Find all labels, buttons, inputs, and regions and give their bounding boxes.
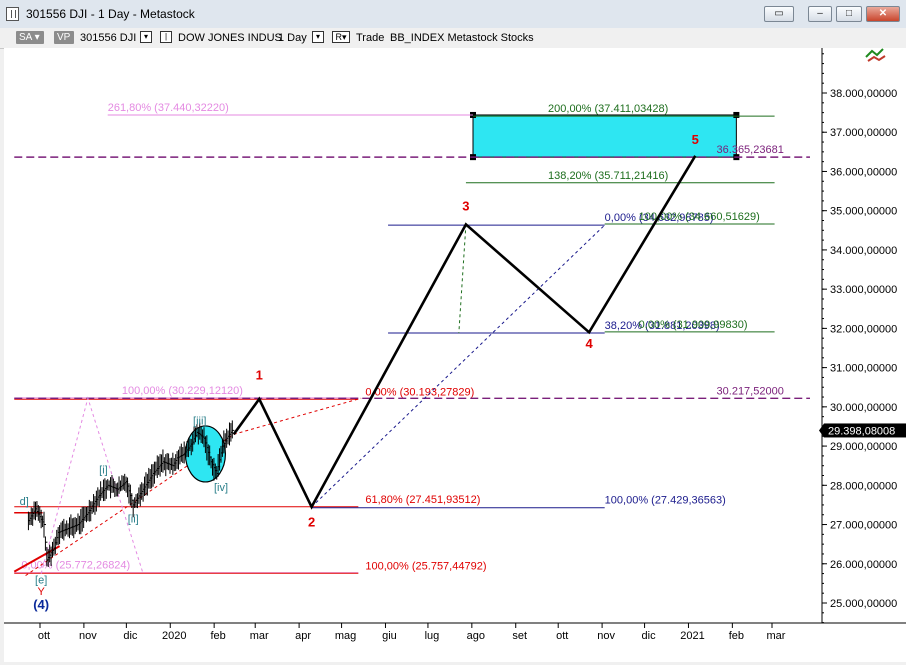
x-tick-label: ago <box>467 630 485 642</box>
fib-level-label: 200,00% (37.411,03428) <box>548 103 668 115</box>
y-tick-label: 38.000,00000 <box>830 88 897 100</box>
sa-label: SA <box>19 32 32 43</box>
security-name: DOW JONES INDUS <box>178 32 282 44</box>
y-tick-label: 29.000,00000 <box>830 441 897 453</box>
y-tick-label: 36.000,00000 <box>830 166 897 178</box>
maximize-button[interactable]: □ <box>836 6 862 22</box>
wave-label: d] <box>20 496 29 508</box>
wave-label: 5 <box>692 132 699 147</box>
y-tick-label: 25.000,00000 <box>830 598 897 610</box>
fib-level-label: 138,20% (35.711,21416) <box>548 170 668 182</box>
trade-button[interactable]: Trade <box>356 32 384 44</box>
price-chart[interactable]: 261,80% (37.440,32220) 200,00% (37.411,03… <box>4 48 906 662</box>
wave-label: [i] <box>99 465 108 477</box>
fib-level-label: 0,00% (25.772,26824) <box>21 560 130 572</box>
vp-button[interactable]: VP <box>54 31 74 44</box>
fib-level-label: 261,80% (37.440,32220) <box>108 102 229 114</box>
x-tick-label: 2020 <box>162 630 186 642</box>
x-tick-label: apr <box>295 630 311 642</box>
restore-down-button[interactable]: ▭ <box>764 6 794 22</box>
app-icon <box>6 7 19 21</box>
trend-channel-line <box>233 397 362 435</box>
y-tick-label: 28.000,00000 <box>830 480 897 492</box>
fib-level-label: 0,00% (30.193,27829) <box>365 386 474 398</box>
wave-label: [iv] <box>214 482 228 494</box>
wave-label: 2 <box>308 515 315 530</box>
x-tick-label: mar <box>250 630 269 642</box>
period-dropdown-icon[interactable]: ▾ <box>312 31 324 43</box>
x-tick-label: lug <box>425 630 440 642</box>
sa-button[interactable]: SA ▾ <box>16 31 44 44</box>
x-tick-label: nov <box>79 630 97 642</box>
wave-label: 3 <box>462 199 469 214</box>
security-dropdown-icon[interactable]: ▾ <box>140 31 152 43</box>
x-tick-label: ott <box>38 630 50 642</box>
last-price-label: 29.398,08008 <box>828 425 895 437</box>
y-tick-label: 27.000,00000 <box>830 520 897 532</box>
x-tick-label: mag <box>335 630 356 642</box>
period-label: 1 Day <box>278 32 307 44</box>
wave-label: 4 <box>585 336 593 351</box>
chart-toolbar: SA ▾ VP 301556 DJI ▾ | DOW JONES INDUS 1… <box>0 28 906 49</box>
x-tick-label: dic <box>123 630 138 642</box>
wave-label: [ii] <box>128 514 139 526</box>
close-button[interactable]: ✕ <box>866 6 900 22</box>
x-tick-label: dic <box>642 630 657 642</box>
fib-level-label: 0,00% (31.909,99830) <box>639 319 748 331</box>
fib-level-label: 100,00% (25.757,44792) <box>365 560 486 572</box>
fib-level-label: 100,00% (27.429,36563) <box>605 495 726 507</box>
x-tick-label: set <box>512 630 527 642</box>
fib-level-label: 100,00% (30.229,12120) <box>122 385 243 397</box>
chart-area[interactable]: 261,80% (37.440,32220) 200,00% (37.411,03… <box>4 48 906 662</box>
y-tick-label: 31.000,00000 <box>830 363 897 375</box>
zone-handle[interactable] <box>733 111 740 118</box>
wave-label: Y <box>37 586 45 598</box>
x-tick-label: feb <box>729 630 744 642</box>
y-tick-label: 26.000,00000 <box>830 559 897 571</box>
wave-label: [iii] <box>193 416 206 428</box>
x-tick-label: giu <box>382 630 397 642</box>
wave-label: 1 <box>256 367 263 382</box>
retracement-vertical-line <box>458 224 467 334</box>
y-tick-label: 30.000,00000 <box>830 402 897 414</box>
projection-channel-line <box>311 224 606 508</box>
wave-label: [e] <box>35 574 47 586</box>
wave-label: (4) <box>33 597 49 612</box>
window-title: 301556 DJI - 1 Day - Metastock <box>26 7 195 21</box>
y-tick-label: 32.000,00000 <box>830 323 897 335</box>
x-tick-label: nov <box>597 630 615 642</box>
fib-level-label: 36.365,23681 <box>717 144 784 156</box>
chart-type-icon[interactable]: | <box>160 31 172 43</box>
r-label: R <box>335 32 342 42</box>
x-tick-label: feb <box>211 630 226 642</box>
window-titlebar: 301556 DJI - 1 Day - Metastock ▭ – □ ✕ <box>0 0 906 29</box>
fib-level-label: 61,80% (27.451,93512) <box>365 494 480 506</box>
y-tick-label: 34.000,00000 <box>830 245 897 257</box>
x-tick-label: ott <box>556 630 568 642</box>
y-tick-label: 33.000,00000 <box>830 284 897 296</box>
security-symbol: 301556 DJI <box>80 32 137 44</box>
template-label: BB_INDEX Metastock Stocks <box>390 32 534 44</box>
y-tick-label: 35.000,00000 <box>830 206 897 218</box>
refresh-r-button[interactable]: R▾ <box>332 31 350 43</box>
x-tick-label: mar <box>767 630 786 642</box>
fib-level-label: 30.217,52000 <box>717 385 784 397</box>
x-tick-label: 2021 <box>680 630 704 642</box>
minimize-button[interactable]: – <box>808 6 832 22</box>
y-tick-label: 37.000,00000 <box>830 127 897 139</box>
